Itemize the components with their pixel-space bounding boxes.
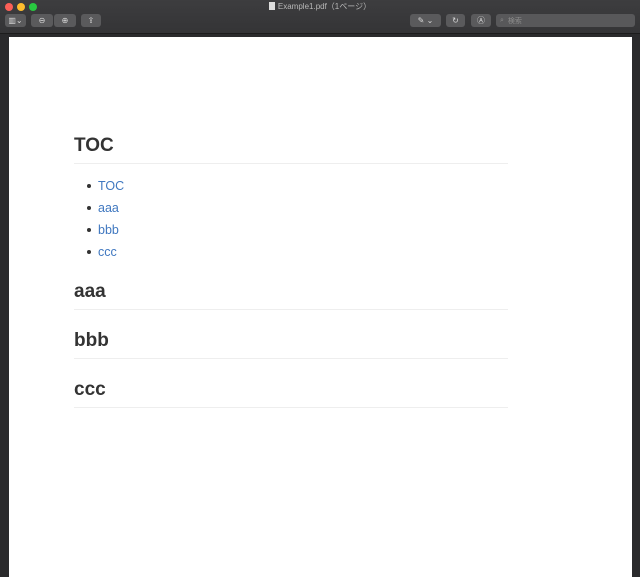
share-icon: ⇪ [87,16,95,25]
sidebar-icon: ▥⌄ [8,16,23,25]
zoom-in-button[interactable]: ⊕ [54,14,76,27]
rotate-icon: ↻ [452,16,459,25]
toc-heading: TOC [74,135,508,164]
pdf-page: TOC TOC aaa bbb ccc aaa bbb ccc [9,37,632,577]
share-button[interactable]: ⇪ [81,14,101,27]
toc-link-aaa[interactable]: aaa [98,201,119,215]
list-item: bbb [74,222,508,244]
list-item: ccc [74,244,508,266]
markup-button[interactable]: ✎ ⌄ [410,14,441,27]
toc-link-bbb[interactable]: bbb [98,223,119,237]
zoom-out-icon: ⊖ [38,16,46,25]
search-field[interactable]: ⌕ 検索 [496,14,635,27]
section-heading-ccc: ccc [74,379,508,408]
list-item: TOC [74,178,508,200]
list-item: aaa [74,200,508,222]
title-bar: Example1.pdf（1ページ） ▥⌄ ⊖ ⊕ ⇪ ✎ ⌄ ↻ Ⓐ ⌕ 検索 [0,0,640,34]
annotate-icon: Ⓐ [477,16,485,25]
zoom-in-icon: ⊕ [61,16,69,25]
toc-link-ccc[interactable]: ccc [98,245,117,259]
section-heading-bbb: bbb [74,330,508,359]
toc-link-toc[interactable]: TOC [98,179,124,193]
search-icon: ⌕ [500,16,504,24]
zoom-out-button[interactable]: ⊖ [31,14,53,27]
toc-list: TOC aaa bbb ccc [74,178,508,266]
pdf-document-icon [268,2,275,10]
sidebar-toggle-button[interactable]: ▥⌄ [5,14,26,27]
annotate-button[interactable]: Ⓐ [471,14,491,27]
rotate-button[interactable]: ↻ [446,14,465,27]
section-heading-aaa: aaa [74,281,508,310]
window-title: Example1.pdf（1ページ） [0,1,640,12]
markup-pen-icon: ✎ ⌄ [417,16,434,25]
